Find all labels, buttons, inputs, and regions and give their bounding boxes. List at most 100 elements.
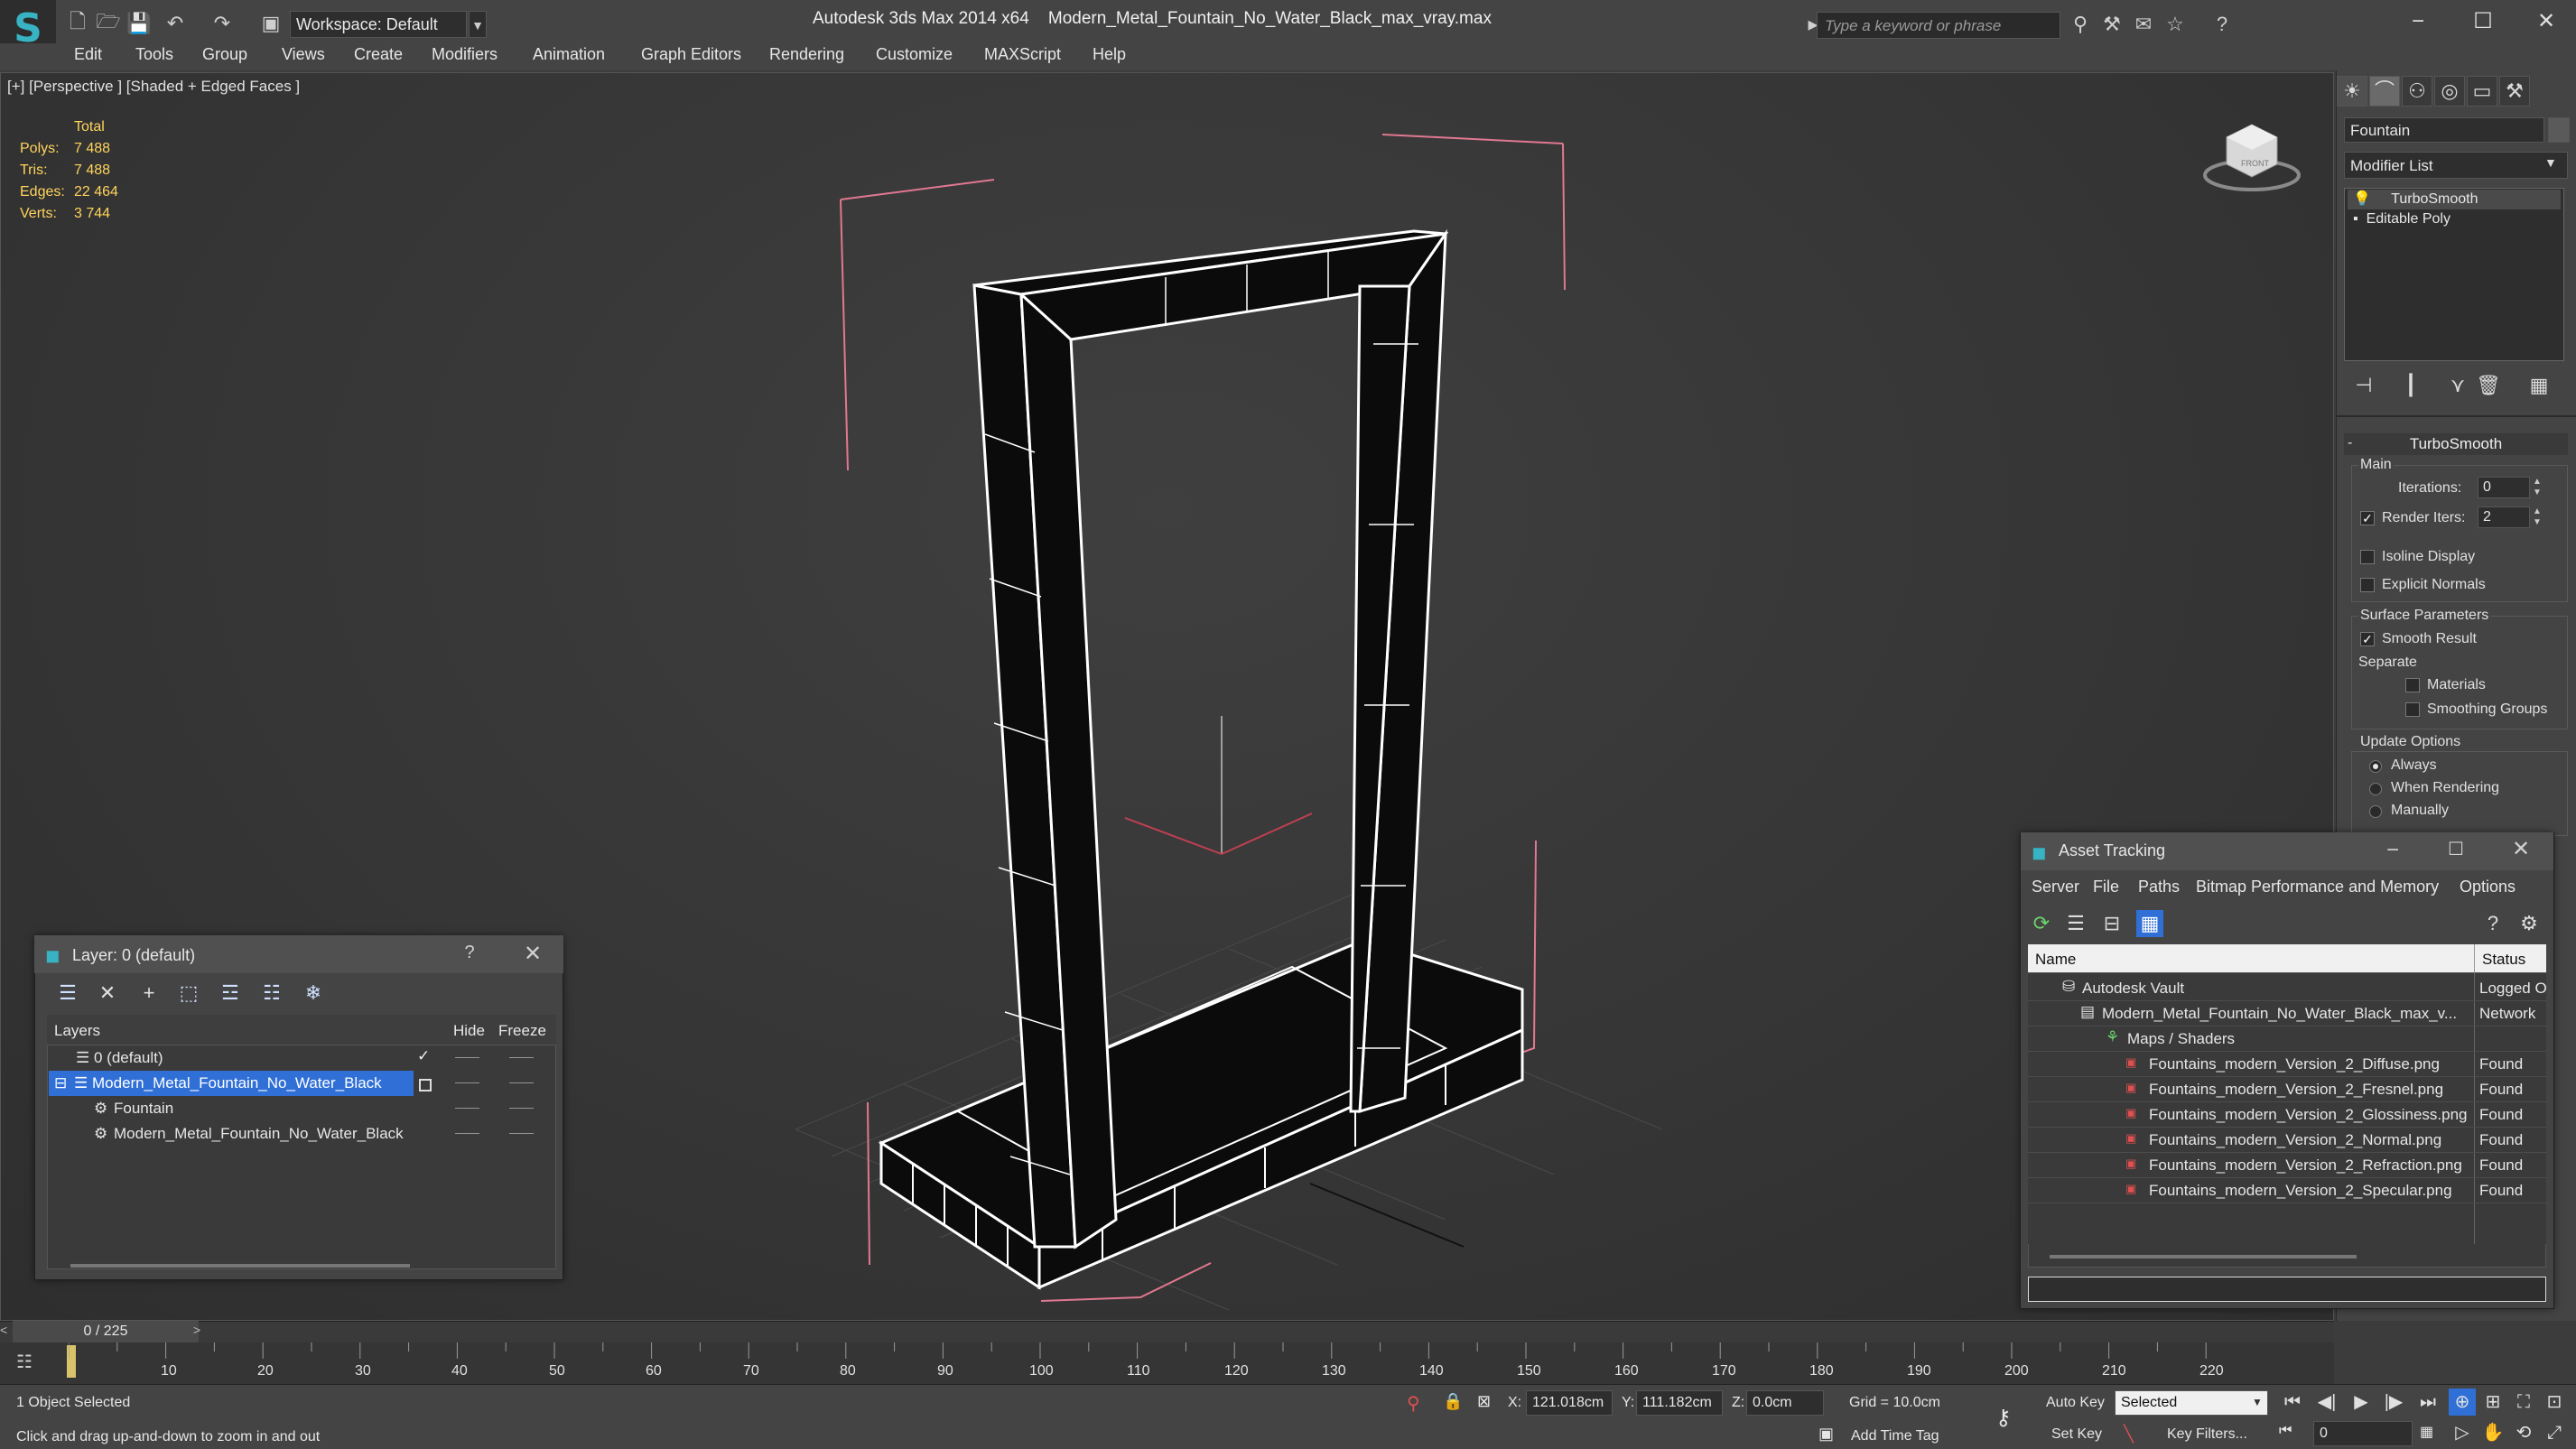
open-file-icon[interactable]: 🗁 [96, 10, 121, 36]
highlight-layer-icon[interactable]: ☲ [217, 980, 244, 1007]
pin-stack-icon[interactable]: ⊣ [2351, 374, 2376, 399]
orbit-icon[interactable]: ⟲ [2510, 1419, 2537, 1446]
materials-checkbox[interactable] [2405, 678, 2420, 692]
asset-menu-bitmap[interactable]: Bitmap Performance and Memory [2196, 878, 2439, 896]
menu-edit[interactable]: Edit [74, 45, 102, 64]
asset-path-field[interactable] [2028, 1277, 2546, 1302]
menu-modifiers[interactable]: Modifiers [432, 45, 498, 64]
x-coordinate-field[interactable]: 121.018cm [1526, 1390, 1613, 1416]
render-iters-checkbox[interactable]: ✓ [2360, 511, 2375, 525]
lightbulb-icon[interactable]: 💡 [2353, 191, 2371, 207]
maximize-icon[interactable]: ☐ [2456, 5, 2510, 38]
zoom-extents-all-icon[interactable]: ⊡ [2541, 1389, 2568, 1416]
menu-help[interactable]: Help [1093, 45, 1126, 64]
asset-row-fresnel[interactable]: ▣ Fountains_modern_Version_2_Fresnel.png… [2028, 1077, 2546, 1102]
project-folder-icon[interactable]: ▣ [258, 11, 284, 36]
freeze-all-icon[interactable]: ❄ [300, 980, 327, 1007]
asset-menu-server[interactable]: Server [2032, 878, 2079, 896]
freeze-toggle[interactable]: —— [509, 1125, 534, 1139]
smoothing-groups-checkbox[interactable] [2405, 702, 2420, 717]
menu-create[interactable]: Create [354, 45, 403, 64]
chevron-down-icon[interactable]: ▼ [2544, 155, 2557, 170]
hierarchy-tab-icon[interactable]: ⚇ [2402, 76, 2432, 107]
freeze-toggle[interactable]: —— [509, 1049, 534, 1064]
menu-group[interactable]: Group [202, 45, 247, 64]
key-filter-icon[interactable]: ╲ [2124, 1425, 2134, 1444]
configure-sets-icon[interactable]: ▦ [2526, 374, 2552, 399]
play-icon[interactable]: ▶ [2348, 1389, 2375, 1416]
save-file-icon[interactable]: 💾 [126, 11, 152, 36]
object-color-swatch[interactable] [2548, 117, 2570, 143]
modify-tab-icon[interactable]: ⌒ [2369, 76, 2400, 107]
col-hide[interactable]: Hide [448, 1015, 491, 1045]
remove-modifier-icon[interactable]: 🗑 [2476, 374, 2501, 399]
utilities-tab-icon[interactable]: ⚒ [2499, 76, 2530, 107]
hide-all-icon[interactable]: ☷ [258, 980, 285, 1007]
goto-end-icon[interactable]: ⏭ [2414, 1389, 2441, 1416]
explicit-normals-checkbox[interactable] [2360, 578, 2375, 592]
tree-view-icon[interactable]: ⊟ [2098, 910, 2125, 937]
key-filters-button[interactable]: Key Filters... [2167, 1426, 2247, 1443]
asset-row-maps[interactable]: ⚘ Maps / Shaders [2028, 1026, 2546, 1052]
asset-row-vault[interactable]: ⛁ Autodesk Vault Logged O [2028, 976, 2547, 1001]
set-key-button[interactable]: Set Key [2051, 1426, 2102, 1443]
select-objects-icon[interactable]: ⬚ [175, 980, 202, 1007]
binoculars-icon[interactable]: ⚲ [2068, 13, 2093, 38]
time-tag-icon[interactable]: ▣ [1818, 1425, 1834, 1444]
update-always-radio[interactable] [2369, 760, 2382, 773]
layer-row-object[interactable]: ⚙ Modern_Metal_Fountain_No_Water_Black —… [49, 1121, 554, 1147]
asset-row-refraction[interactable]: ▣ Fountains_modern_Version_2_Refraction.… [2028, 1153, 2546, 1178]
asset-menu-options[interactable]: Options [2460, 878, 2516, 896]
stack-item-turbosmooth[interactable]: 💡 TurboSmooth [2348, 190, 2561, 209]
freeze-toggle[interactable]: —— [509, 1074, 534, 1089]
delete-icon[interactable]: ✕ [94, 980, 121, 1007]
chevron-down-icon[interactable]: ▼ [2252, 1396, 2263, 1408]
help-icon[interactable]: ? [2479, 910, 2506, 937]
absolute-mode-icon[interactable]: ⊠ [1477, 1392, 1491, 1411]
update-when-rendering-radio[interactable] [2369, 783, 2382, 795]
subscription-icon[interactable]: ⚒ [2099, 13, 2125, 38]
favorites-star-icon[interactable]: ☆ [2162, 13, 2188, 38]
zoom-extents-icon[interactable]: ⛶ [2510, 1389, 2537, 1416]
close-icon[interactable]: ✕ [2503, 836, 2539, 862]
help-icon[interactable]: ? [451, 943, 488, 963]
menu-customize[interactable]: Customize [876, 45, 953, 64]
scrollbar[interactable] [70, 1264, 410, 1268]
close-icon[interactable]: ✕ [2519, 5, 2573, 38]
layer-row-fountain[interactable]: ⊟ ☰ Modern_Metal_Fountain_No_Water_Black [49, 1071, 414, 1096]
add-icon[interactable]: + [135, 980, 163, 1007]
stack-item-editable-poly[interactable]: ▪ Editable Poly [2353, 211, 2450, 231]
make-unique-icon[interactable]: ⋎ [2445, 374, 2470, 399]
viewcube[interactable]: FRONT [2199, 119, 2304, 197]
time-config-icon[interactable]: ▦ [2420, 1423, 2433, 1441]
object-name-field[interactable]: Fountain [2344, 117, 2544, 143]
modifier-list-dropdown[interactable]: Modifier List [2344, 152, 2568, 179]
collapse-minus-icon[interactable]: ⊟ [54, 1074, 67, 1092]
slider-left-arrow-icon[interactable]: < [0, 1323, 7, 1337]
chevron-down-icon[interactable]: ▼ [469, 11, 487, 38]
field-of-view-icon[interactable]: ▷ [2449, 1419, 2476, 1446]
expand-plus-icon[interactable]: ▪ [2353, 211, 2358, 227]
spinner-arrows-icon[interactable]: ▲ ▼ [2532, 477, 2543, 498]
search-input[interactable]: Type a keyword or phrase [1817, 12, 2060, 39]
render-iters-spinner[interactable]: 2 [2478, 506, 2530, 528]
minimize-icon[interactable]: − [2391, 5, 2445, 38]
current-layer-box[interactable] [419, 1079, 432, 1091]
layer-row-object[interactable]: ⚙ Fountain —— —— [49, 1096, 554, 1121]
display-tab-icon[interactable]: ▭ [2467, 76, 2497, 107]
asset-row-specular[interactable]: ▣ Fountains_modern_Version_2_Specular.pn… [2028, 1178, 2546, 1203]
prev-frame-icon[interactable]: ◀| [2313, 1389, 2340, 1416]
maximize-icon[interactable]: ☐ [2438, 838, 2474, 860]
layers-icon[interactable]: ☰ [54, 980, 81, 1007]
key-mode-dropdown[interactable]: Selected [2115, 1390, 2268, 1416]
asset-menu-paths[interactable]: Paths [2138, 878, 2180, 896]
hide-toggle[interactable]: —— [455, 1125, 479, 1139]
close-icon[interactable]: ✕ [515, 941, 551, 967]
scrollbar[interactable] [2050, 1255, 2357, 1259]
time-slider[interactable] [0, 1321, 2334, 1342]
asset-row-diffuse[interactable]: ▣ Fountains_modern_Version_2_Diffuse.png… [2028, 1052, 2546, 1077]
workspace-dropdown[interactable]: Workspace: Default [290, 11, 467, 38]
slider-right-arrow-icon[interactable]: > [193, 1323, 200, 1337]
col-name[interactable]: Name [2028, 944, 2474, 973]
col-status[interactable]: Status [2474, 944, 2546, 973]
